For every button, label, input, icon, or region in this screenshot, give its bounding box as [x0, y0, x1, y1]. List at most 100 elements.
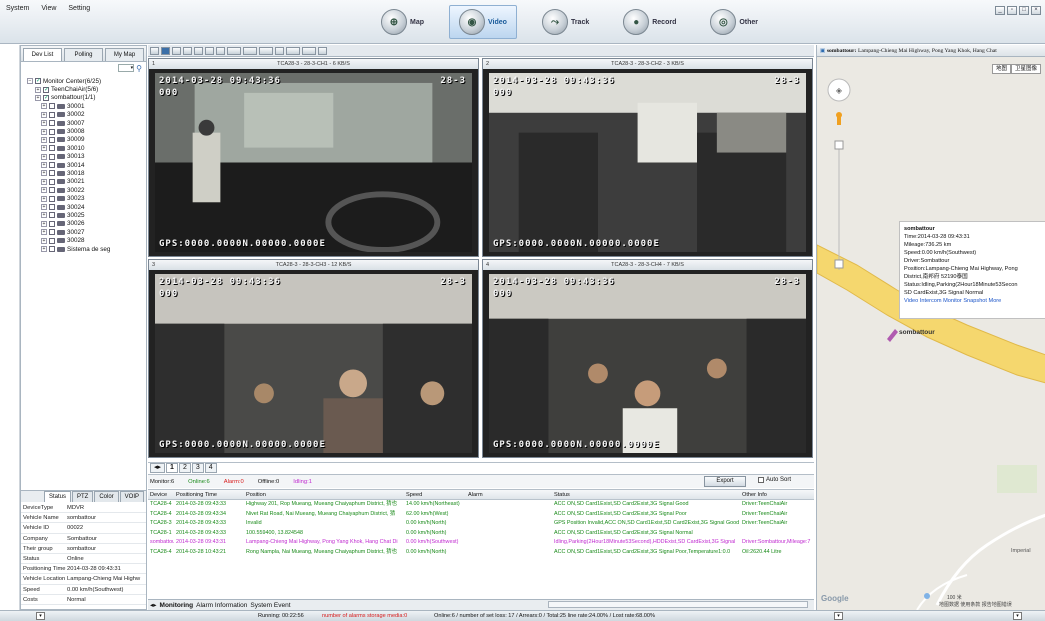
mode-record-button[interactable]: ● Record	[614, 5, 685, 39]
video-page-tab[interactable]: 2	[178, 462, 191, 473]
tab-system-event[interactable]: System Event	[250, 602, 290, 609]
minimize-icon[interactable]: _	[995, 6, 1005, 15]
column-header[interactable]: Status	[552, 490, 740, 499]
mode-track-button[interactable]: ⤳ Track	[533, 5, 598, 39]
expand-icon[interactable]: +	[41, 246, 47, 252]
layout-16-icon[interactable]	[205, 46, 214, 55]
vehicle-marker-label[interactable]: sombattour	[899, 329, 935, 336]
checkbox-icon[interactable]	[758, 477, 764, 483]
tree-vehicle[interactable]: +30001	[27, 102, 144, 110]
checkbox-icon[interactable]	[49, 170, 55, 177]
video-feed[interactable]: 2014-03-28 09:43:36 28-3 000 GPS:0000.0000N…	[489, 73, 806, 252]
tree-vehicle[interactable]: +30021	[27, 178, 144, 186]
expand-icon[interactable]: +	[41, 220, 47, 227]
checkbox-icon[interactable]	[49, 103, 55, 110]
map-canvas[interactable]: ◈	[817, 45, 1045, 610]
checkbox-icon[interactable]	[49, 111, 55, 118]
expand-icon[interactable]: +	[35, 94, 41, 101]
tree-vehicle[interactable]: +30010	[27, 144, 144, 152]
street-view-icon[interactable]	[834, 110, 844, 126]
tab-status[interactable]: Status	[43, 491, 71, 502]
tree-vehicle[interactable]: +30024	[27, 203, 144, 211]
popup-snapshot-link[interactable]: Snapshot	[963, 298, 987, 304]
popup-more-link[interactable]: More	[989, 298, 1002, 304]
tab-alarm-information[interactable]: Alarm Information	[196, 602, 247, 609]
column-header[interactable]: Position	[244, 490, 404, 499]
table-row[interactable]: sombattour2014-03-28 09:43:31 Lampang-Chi…	[148, 538, 814, 548]
video-page-tab[interactable]: 4	[204, 462, 217, 473]
table-row[interactable]: TCA28-4 2014-03-28 09:43:33 Highway 201, R…	[148, 500, 814, 510]
popup-monitor-link[interactable]: Monitor	[943, 298, 962, 304]
export-button[interactable]: Export	[704, 476, 746, 487]
table-horizontal-scrollbar[interactable]	[548, 601, 808, 608]
capture-dropdown-icon[interactable]	[259, 46, 273, 55]
layout-4-icon[interactable]	[161, 46, 170, 55]
zoom-out-icon[interactable]	[835, 260, 843, 268]
checkbox-icon[interactable]	[49, 212, 55, 219]
tree-vehicle[interactable]: +30026	[27, 220, 144, 228]
prev-page-icon[interactable]: ◂▸	[150, 462, 166, 473]
checkbox-icon[interactable]	[49, 153, 55, 160]
checkbox-icon[interactable]	[49, 237, 55, 244]
tree-vehicle[interactable]: +30018	[27, 169, 144, 177]
column-header[interactable]: Positioning Time	[174, 490, 244, 499]
expand-icon[interactable]: +	[41, 162, 47, 169]
checkbox-icon[interactable]: ✓	[43, 94, 49, 101]
checkbox-icon[interactable]	[49, 178, 55, 185]
table-row[interactable]: TCA28-1 2014-03-28 09:43:33 100.559400, 13…	[148, 529, 814, 539]
tree-vehicle[interactable]: +30027	[27, 228, 144, 236]
tree-root[interactable]: − ✓ Monitor Center(6/25)	[27, 77, 144, 85]
prev-tab-icon[interactable]: ◂▸	[150, 601, 157, 609]
popup-intercom-link[interactable]: Intercom	[920, 298, 942, 304]
expand-icon[interactable]: +	[41, 187, 47, 194]
tab-my-map[interactable]: My Map	[105, 48, 144, 61]
tab-color[interactable]: Color	[94, 491, 119, 502]
video-feed[interactable]: 2014-03-28 09:43:36 28-3 000 GPS:0000.0000N…	[155, 73, 472, 252]
video-feed[interactable]: 2014-03-28 09:43:36 28-3 000 GPS:0000.0000N…	[155, 274, 472, 453]
checkbox-icon[interactable]	[49, 204, 55, 211]
table-row[interactable]: TCA28-3 2014-03-28 09:43:33 Invalid 0.00 km…	[148, 519, 814, 529]
tree-vehicle[interactable]: +30008	[27, 127, 144, 135]
tree-group[interactable]: + ✓ sombattour(1/1)	[27, 94, 144, 102]
close-icon[interactable]: ×	[1031, 6, 1041, 15]
expand-icon[interactable]: +	[41, 128, 47, 135]
collapse-icon[interactable]: −	[27, 78, 33, 85]
video-cell[interactable]: 4 TCA28-3 - 28-3-CH4 - 7 KB/S 2014-03-28 0…	[482, 259, 813, 458]
video-feed[interactable]: 2014-03-28 09:43:36 28-3 000 GPS:0000.0000N…	[489, 274, 806, 453]
tree-group[interactable]: + ✓ TeenChaiAir(5/6)	[27, 85, 144, 93]
video-cell[interactable]: 2 TCA28-3 - 28-3-CH2 - 3 KB/S 2014-03-28 0…	[482, 58, 813, 257]
checkbox-icon[interactable]: ✓	[35, 78, 41, 85]
tab-monitoring[interactable]: Monitoring	[160, 602, 194, 609]
checkbox-icon[interactable]	[49, 136, 55, 143]
tree-vehicle[interactable]: +30022	[27, 186, 144, 194]
mode-map-button[interactable]: ⊕ Map	[372, 5, 433, 39]
checkbox-icon[interactable]	[49, 195, 55, 202]
stop-dropdown-icon[interactable]	[302, 46, 316, 55]
tab-voip[interactable]: VOIP	[119, 491, 144, 502]
fullscreen-icon[interactable]	[216, 46, 225, 55]
table-row[interactable]: TCA28-4 2014-03-28 10:43:21 Rong Nampla, N…	[148, 548, 814, 558]
checkbox-icon[interactable]	[49, 145, 55, 152]
maximize-icon[interactable]: □	[1019, 6, 1029, 15]
mode-video-button[interactable]: ◉ Video	[449, 5, 517, 39]
checkbox-icon[interactable]	[49, 246, 55, 252]
layout-8-icon[interactable]	[183, 46, 192, 55]
layout-1-icon[interactable]	[150, 46, 159, 55]
tree-vehicle[interactable]: + Sistema de seg	[27, 245, 144, 253]
expand-icon[interactable]: +	[41, 178, 47, 185]
menu-system[interactable]: System	[6, 5, 29, 12]
tree-vehicle[interactable]: +30028	[27, 236, 144, 244]
tree-vehicle[interactable]: +30025	[27, 211, 144, 219]
checkbox-icon[interactable]	[49, 220, 55, 227]
mode-other-button[interactable]: ◎ Other	[701, 5, 767, 39]
expand-icon[interactable]: +	[41, 195, 47, 202]
expand-icon[interactable]: +	[41, 229, 47, 236]
checkbox-icon[interactable]	[49, 120, 55, 127]
menu-view[interactable]: View	[41, 5, 56, 12]
footer-left-icon[interactable]: ▾	[36, 612, 45, 620]
footer-right-icon[interactable]: ▾	[1013, 612, 1022, 620]
popup-video-link[interactable]: Video	[904, 298, 918, 304]
play-dropdown-icon[interactable]	[286, 46, 300, 55]
search-icon[interactable]: ⚲	[136, 64, 142, 73]
audio-icon[interactable]	[275, 46, 284, 55]
